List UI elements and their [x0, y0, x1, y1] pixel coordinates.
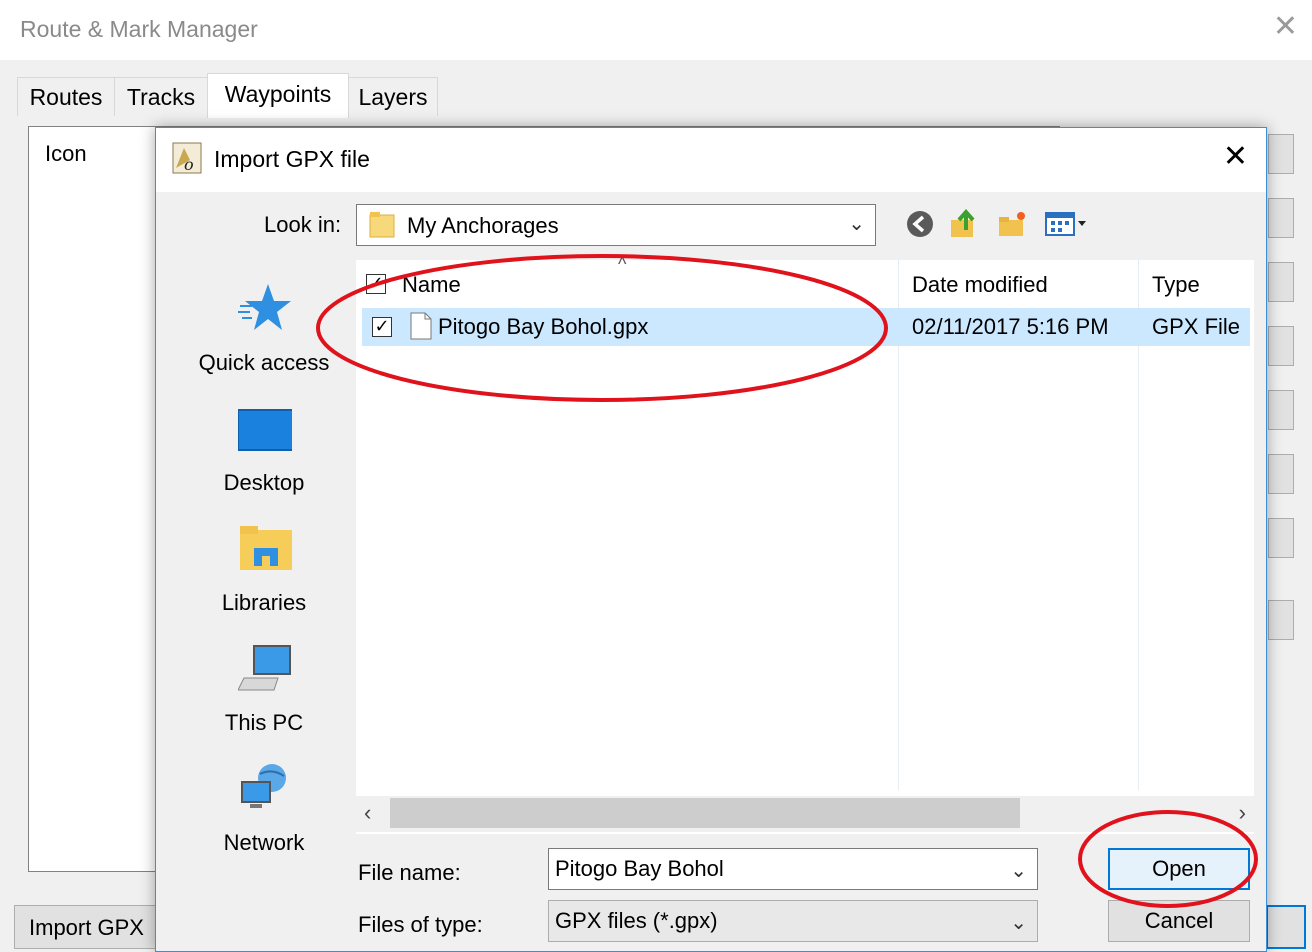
dialog-title: Import GPX file	[214, 146, 370, 172]
main-window-title: Route & Mark Manager	[20, 16, 258, 42]
place-desktop[interactable]: Desktop	[172, 390, 356, 506]
network-icon	[241, 764, 286, 808]
side-button[interactable]	[1268, 134, 1294, 174]
scrollbar-thumb[interactable]	[390, 798, 1020, 828]
scroll-left-icon[interactable]: ‹	[364, 800, 371, 826]
file-name-value: Pitogo Bay Bohol	[555, 856, 724, 881]
place-libraries[interactable]: Libraries	[172, 510, 356, 626]
file-type: GPX File	[1152, 314, 1241, 339]
svg-text:o: o	[184, 155, 194, 174]
select-all-checkbox[interactable]: ✓	[366, 274, 386, 294]
file-list[interactable]: ^ ✓ Name Date modified Type ✓ Pitogo Bay…	[356, 254, 1254, 834]
app-icon: o	[172, 142, 202, 174]
side-button[interactable]	[1268, 390, 1294, 430]
sort-ascending-icon: ^	[618, 254, 627, 274]
file-row[interactable]: ✓ Pitogo Bay Bohol.gpx 02/11/2017 5:16 P…	[362, 308, 1250, 346]
cancel-button[interactable]: Cancel	[1108, 900, 1250, 942]
main-window-titlebar: Route & Mark Manager ✕	[0, 0, 1312, 60]
side-button[interactable]	[1268, 454, 1294, 494]
tab-routes[interactable]: Routes	[17, 77, 115, 116]
folder-icon	[369, 212, 395, 238]
computer-icon	[238, 645, 291, 691]
side-button[interactable]	[1268, 262, 1294, 302]
side-button[interactable]	[1268, 198, 1294, 238]
view-menu-icon[interactable]	[1044, 208, 1088, 240]
chevron-down-icon: ⌄	[1010, 912, 1027, 934]
chevron-down-icon[interactable]: ⌄	[1010, 851, 1027, 891]
place-quick-access[interactable]: Quick access	[172, 270, 356, 386]
chevron-down-icon: ⌄	[848, 213, 865, 235]
file-icon	[410, 312, 432, 340]
back-icon[interactable]	[904, 208, 936, 240]
file-name-label: File name:	[358, 860, 461, 885]
place-network[interactable]: Network	[172, 750, 356, 866]
file-row-checkbox[interactable]: ✓	[372, 317, 392, 337]
column-header-type[interactable]: Type	[1152, 272, 1200, 298]
libraries-icon	[240, 526, 292, 570]
column-header-icon[interactable]: Icon	[45, 141, 87, 167]
file-name-input[interactable]: Pitogo Bay Bohol ⌄	[548, 848, 1038, 890]
column-header-name[interactable]: Name	[402, 272, 461, 298]
places-bar: Quick access Desktop Libraries This PC N…	[172, 260, 356, 855]
look-in-dropdown[interactable]: My Anchorages ⌄	[356, 204, 876, 246]
import-gpx-dialog: o Import GPX file ✕ Look in: My Anchorag…	[155, 127, 1267, 952]
column-header-date-modified[interactable]: Date modified	[912, 272, 1048, 298]
place-label: Libraries	[221, 590, 307, 615]
up-folder-icon[interactable]	[948, 208, 980, 240]
side-button[interactable]	[1268, 326, 1294, 366]
place-label: Quick access	[198, 350, 330, 375]
look-in-value: My Anchorages	[407, 213, 559, 238]
file-date-modified: 02/11/2017 5:16 PM	[912, 314, 1109, 339]
place-this-pc[interactable]: This PC	[172, 630, 356, 746]
tab-layers[interactable]: Layers	[348, 77, 438, 116]
bottom-right-button[interactable]	[1266, 905, 1306, 949]
place-label: Desktop	[223, 470, 305, 495]
place-label: This PC	[224, 710, 304, 735]
dialog-close-button[interactable]: ✕	[1223, 140, 1248, 174]
scroll-right-icon[interactable]: ›	[1239, 800, 1246, 826]
file-name: Pitogo Bay Bohol.gpx	[438, 314, 649, 339]
tab-tracks[interactable]: Tracks	[114, 77, 208, 116]
open-button[interactable]: Open	[1108, 848, 1250, 890]
file-type-value: GPX files (*.gpx)	[555, 908, 718, 933]
place-label: Network	[223, 830, 305, 855]
tab-waypoints[interactable]: Waypoints	[207, 73, 349, 118]
dialog-titlebar: o Import GPX file ✕	[156, 128, 1266, 192]
main-window-close-button[interactable]: ✕	[1273, 12, 1298, 42]
horizontal-scrollbar[interactable]: ‹ ›	[356, 796, 1254, 832]
file-type-label: Files of type:	[358, 912, 483, 937]
desktop-icon	[238, 409, 292, 451]
star-icon	[238, 284, 291, 330]
new-folder-icon[interactable]	[996, 208, 1028, 240]
look-in-label: Look in:	[264, 212, 342, 237]
file-type-dropdown[interactable]: GPX files (*.gpx) ⌄	[548, 900, 1038, 942]
side-button[interactable]	[1268, 518, 1294, 558]
side-button[interactable]	[1268, 600, 1294, 640]
